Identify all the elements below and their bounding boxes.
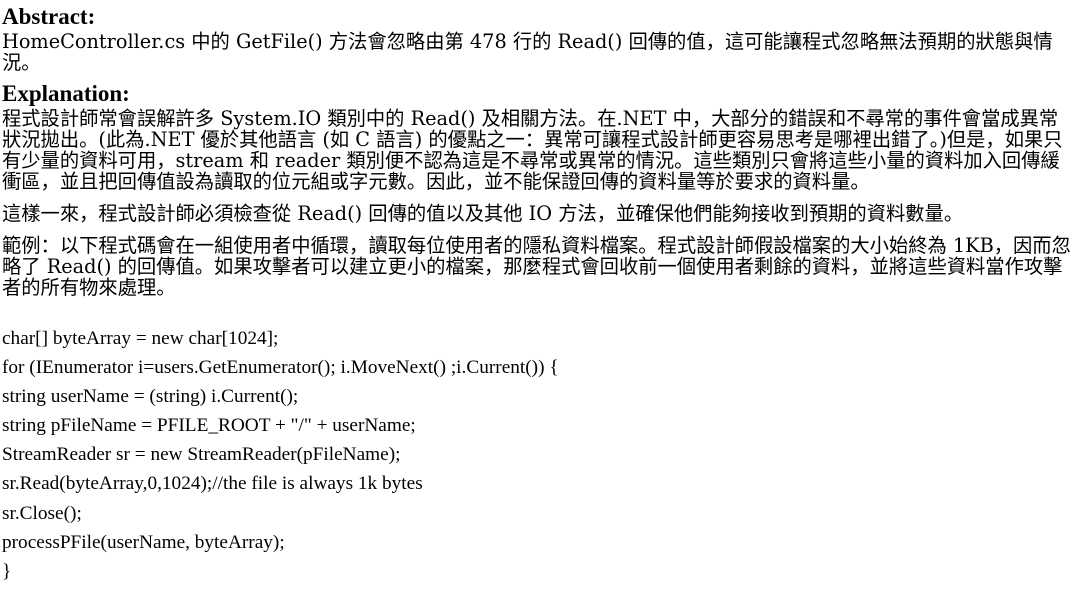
code-line: string pFileName = PFILE_ROOT + "/" + us… [2,415,416,437]
abstract-section: Abstract: HomeController.cs 中的 GetFile()… [2,4,1071,74]
code-line: sr.Read(byteArray,0,1024);//the file is … [2,473,423,495]
code-line: processPFile(userName, byteArray); [2,531,285,553]
explanation-paragraph-3: 範例：以下程式碼會在一組使用者中循環，讀取每位使用者的隱私資料檔案。程式設計師假… [2,234,1071,299]
document-page: Abstract: HomeController.cs 中的 GetFile()… [0,0,1083,604]
code-line: sr.Close(); [2,502,82,524]
code-line: string userName = (string) i.Current(); [2,386,299,408]
explanation-heading: Explanation: [2,81,130,106]
code-example: char[] byteArray = new char[1024]; for (… [2,324,1071,586]
explanation-paragraph-2: 這樣一來，程式設計師必須檢查從 Read() 回傳的值以及其他 IO 方法，並確… [2,202,964,225]
explanation-paragraph-1: 程式設計師常會誤解許多 System.IO 類別中的 Read() 及相關方法。… [2,107,1063,193]
code-line: for (IEnumerator i=users.GetEnumerator()… [2,357,559,379]
code-line: } [2,560,12,582]
abstract-heading: Abstract: [2,4,96,29]
explanation-section: Explanation: 程式設計師常會誤解許多 System.IO 類別中的 … [2,81,1071,299]
code-line: StreamReader sr = new StreamReader(pFile… [2,444,401,466]
code-line: char[] byteArray = new char[1024]; [2,328,279,349]
abstract-text: HomeController.cs 中的 GetFile() 方法會忽略由第 4… [2,30,1053,74]
